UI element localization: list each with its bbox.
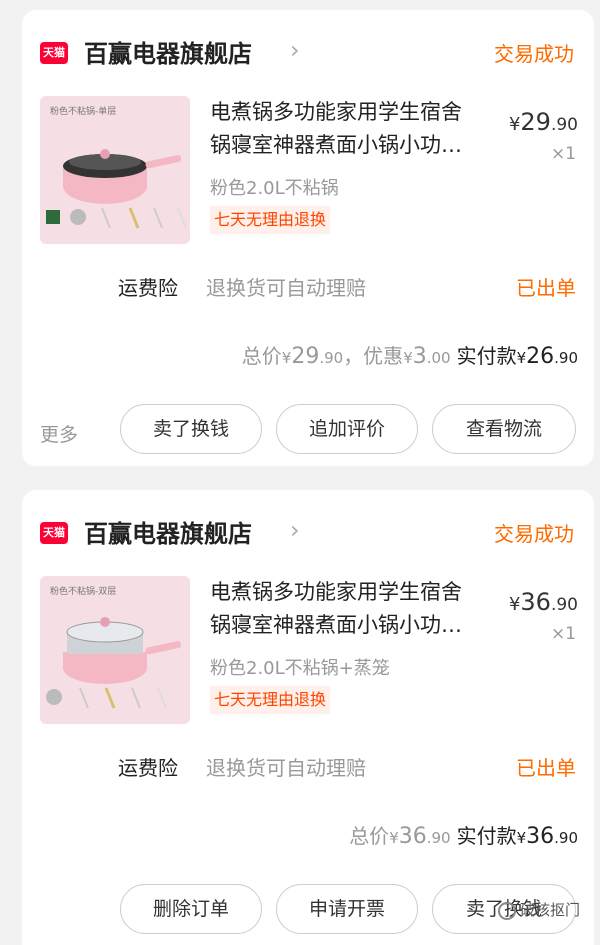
currency-symbol: ¥ — [508, 114, 521, 135]
paid-int: 26 — [526, 344, 555, 369]
watermark-text: 破核抠门 — [519, 901, 580, 919]
thumbnail-label: 粉色不粘锅-单层 — [50, 107, 117, 117]
paid-dec: .90 — [554, 829, 578, 847]
currency-symbol: ¥ — [389, 829, 399, 847]
add-review-button[interactable]: 追加评价 — [276, 404, 418, 454]
quantity: ×1 — [550, 624, 576, 644]
product-sku: 粉色2.0L不粘锅+蒸笼 — [210, 658, 390, 679]
pot-with-steamer-image — [46, 617, 182, 709]
chevron-right-icon[interactable]: › — [290, 516, 300, 544]
insurance-label: 运费险 — [118, 276, 178, 300]
return-policy-tag: 七天无理由退换 — [210, 686, 331, 714]
quantity: ×1 — [550, 144, 576, 164]
shop-name[interactable]: 百赢电器旗舰店 — [84, 514, 252, 549]
shop-header[interactable]: 天猫 百赢电器旗舰店 › 交易成功 — [22, 490, 594, 574]
order-summary: 总价¥29.90，优惠¥3.00 实付款¥26.90 — [242, 340, 578, 369]
currency-symbol: ¥ — [516, 349, 527, 367]
unit-price-dec: .90 — [550, 115, 578, 135]
watermark: 破核抠门 — [497, 899, 580, 920]
paid-label: 实付款 — [456, 344, 517, 368]
currency-symbol: ¥ — [516, 829, 527, 847]
pot-image — [46, 149, 187, 229]
product-sku: 粉色2.0L不粘锅 — [210, 178, 339, 199]
shipping-insurance-row[interactable]: 运费险 退换货可自动理赔 已出单 — [22, 272, 594, 304]
more-button[interactable]: 更多 — [40, 420, 78, 447]
product-title[interactable]: 电煮锅多功能家用学生宿舍 锅寝室神器煮面小锅小功… — [210, 576, 500, 642]
currency-symbol: ¥ — [281, 349, 292, 367]
unit-price: ¥36.90 — [509, 588, 578, 616]
wechat-logo-icon — [497, 901, 516, 920]
insurance-description: 退换货可自动理赔 — [206, 756, 366, 780]
product-title-line: 锅寝室神器煮面小锅小功… — [210, 613, 462, 637]
product-title-line: 电煮锅多功能家用学生宿舍 — [210, 100, 462, 124]
request-invoice-button[interactable]: 申请开票 — [276, 884, 418, 934]
unit-price: ¥29.90 — [509, 108, 578, 136]
view-logistics-button[interactable]: 查看物流 — [432, 404, 576, 454]
product-title[interactable]: 电煮锅多功能家用学生宿舍 锅寝室神器煮面小锅小功… — [210, 96, 500, 162]
currency-symbol: ¥ — [403, 349, 413, 367]
insurance-status: 已出单 — [516, 756, 576, 780]
unit-price-dec: .90 — [550, 595, 578, 615]
delete-order-button[interactable]: 删除订单 — [120, 884, 262, 934]
order-card[interactable]: 天猫 百赢电器旗舰店 › 交易成功 粉色不粘锅-单层 电煮锅多功能家用学生宿舍 … — [22, 10, 594, 466]
total-label: 总价 — [241, 344, 282, 368]
discount-int: 3 — [412, 344, 427, 369]
order-summary: 总价¥36.90 实付款¥36.90 — [349, 820, 578, 849]
chevron-right-icon[interactable]: › — [290, 36, 300, 64]
total-dec: .90 — [319, 349, 344, 367]
tmall-logo-icon: 天猫 — [40, 522, 68, 544]
total-int: 29 — [291, 344, 320, 369]
unit-price-int: 29 — [520, 108, 551, 136]
total-label: 总价 — [349, 824, 390, 848]
total-int: 36 — [398, 824, 427, 849]
tmall-logo-icon: 天猫 — [40, 42, 68, 64]
paid-label: 实付款 — [456, 824, 517, 848]
insurance-description: 退换货可自动理赔 — [206, 276, 366, 300]
product-thumbnail[interactable]: 粉色不粘锅-单层 — [40, 96, 190, 244]
currency-symbol: ¥ — [508, 594, 521, 615]
discount-label: ，优惠 — [343, 344, 404, 368]
discount-dec: .00 — [426, 349, 451, 367]
shipping-insurance-row[interactable]: 运费险 退换货可自动理赔 已出单 — [22, 752, 594, 784]
sell-for-cash-button[interactable]: 卖了换钱 — [120, 404, 262, 454]
shop-header[interactable]: 天猫 百赢电器旗舰店 › 交易成功 — [22, 10, 594, 94]
return-policy-tag: 七天无理由退换 — [210, 206, 331, 234]
unit-price-int: 36 — [520, 588, 551, 616]
product-title-line: 电煮锅多功能家用学生宿舍 — [210, 580, 462, 604]
order-status: 交易成功 — [494, 522, 574, 546]
shop-name[interactable]: 百赢电器旗舰店 — [84, 34, 252, 69]
insurance-label: 运费险 — [118, 756, 178, 780]
paid-dec: .90 — [554, 349, 578, 367]
insurance-status: 已出单 — [516, 276, 576, 300]
product-title-line: 锅寝室神器煮面小锅小功… — [210, 133, 462, 157]
total-dec: .90 — [426, 829, 451, 847]
order-status: 交易成功 — [494, 42, 574, 66]
paid-int: 36 — [526, 824, 555, 849]
product-thumbnail[interactable]: 粉色不粘锅-双层 — [40, 576, 190, 724]
order-card[interactable]: 天猫 百赢电器旗舰店 › 交易成功 粉色不粘锅-双层 电煮锅多功能家用学生宿舍 … — [22, 490, 594, 945]
thumbnail-label: 粉色不粘锅-双层 — [50, 587, 117, 597]
